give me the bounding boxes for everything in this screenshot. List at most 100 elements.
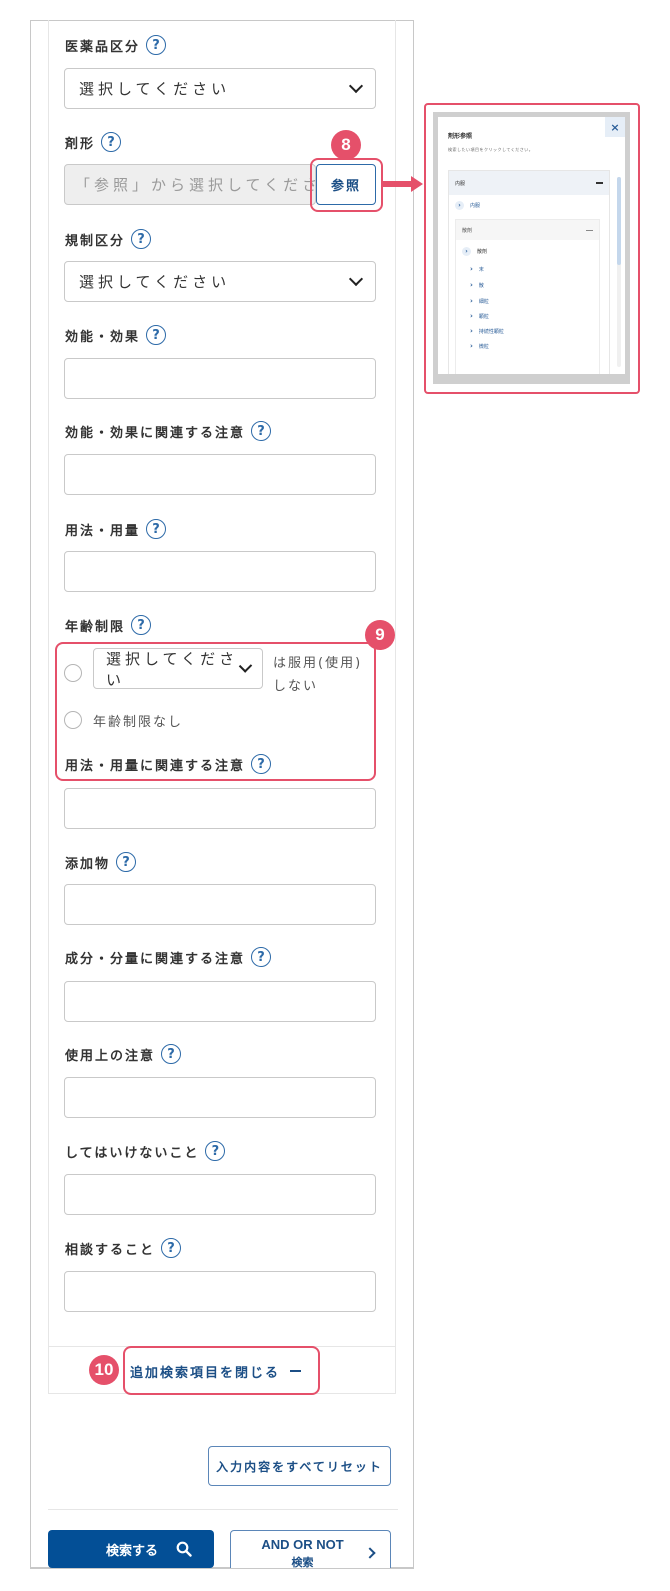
chevron-right-icon: › — [470, 281, 473, 289]
help-icon[interactable]: ? — [205, 1141, 226, 1161]
dosage-label-text: 用法・用量 — [65, 523, 141, 539]
chevron-right-icon: › — [470, 297, 473, 305]
help-icon[interactable]: ? — [146, 35, 167, 55]
popup-accordion: 内服 › 内服 散剤 › 散剤 › 末 › 散 › 細粒 › 顆粒 › 持続性顆… — [448, 170, 610, 374]
drug-category-select[interactable]: 選択してください — [64, 68, 376, 109]
popup-item-label: 微粒 — [478, 343, 489, 350]
additives-label-text: 添加物 — [65, 856, 111, 872]
chevron-right-icon: › — [470, 327, 473, 335]
callout-badge-10: 10 — [89, 1355, 119, 1385]
popup-item-label: 持続性顆粒 — [478, 328, 504, 335]
prohibitions-label-text: してはいけないこと — [65, 1145, 200, 1161]
additives-input[interactable] — [64, 884, 376, 925]
efficacy-notes-input[interactable] — [64, 454, 376, 495]
chevron-right-icon: › — [470, 265, 473, 273]
popup-item-label: 散 — [478, 282, 484, 289]
help-icon[interactable]: ? — [251, 947, 272, 967]
reset-all-button[interactable]: 入力内容をすべてリセット — [208, 1446, 391, 1486]
minus-icon — [596, 182, 603, 184]
efficacy-input[interactable] — [64, 358, 376, 399]
help-icon[interactable]: ? — [146, 519, 167, 539]
popup-item-label: 細粒 — [478, 298, 489, 305]
popup-sub-accordion: 散剤 › 散剤 › 末 › 散 › 細粒 › 顆粒 › 持続性顆粒 › 微粒 — [455, 219, 600, 374]
help-icon[interactable]: ? — [116, 852, 137, 872]
ingredient-notes-label: 成分・分量に関連する注意 ? — [65, 944, 272, 970]
search-icon — [176, 1541, 192, 1557]
popup-subtitle: 検索したい項目をクリックしてください。 — [448, 147, 534, 152]
popup-list-item[interactable]: › 散剤 — [462, 247, 487, 256]
efficacy-notes-label: 効能・効果に関連する注意 ? — [65, 418, 272, 444]
help-icon[interactable]: ? — [146, 325, 167, 345]
popup-list-item[interactable]: › 顆粒 — [470, 312, 489, 320]
regulation-category-select[interactable]: 選択してください — [64, 261, 376, 302]
prohibitions-label: してはいけないこと ? — [65, 1138, 226, 1164]
efficacy-label: 効能・効果 ? — [65, 322, 167, 348]
popup-list-item[interactable]: › 内服 — [455, 201, 480, 210]
dosage-form-field: 「参照」から選択してください — [64, 164, 316, 205]
accordion-header-label: 内服 — [455, 180, 466, 187]
dosage-input[interactable] — [64, 551, 376, 592]
dosage-form-placeholder: 「参照」から選択してください — [75, 176, 316, 194]
regulation-category-value: 選択してください — [79, 273, 231, 291]
help-icon[interactable]: ? — [161, 1238, 182, 1258]
popup-item-label: 内服 — [470, 203, 481, 209]
efficacy-label-text: 効能・効果 — [65, 329, 141, 345]
divider — [48, 1509, 398, 1510]
precautions-label: 使用上の注意 ? — [65, 1041, 182, 1067]
and-or-not-line1: AND OR NOT — [261, 1537, 344, 1552]
popup-item-label: 散剤 — [477, 249, 488, 255]
and-or-not-search-button[interactable]: AND OR NOT 検索 — [230, 1530, 391, 1569]
precautions-label-text: 使用上の注意 — [65, 1048, 156, 1064]
callout-badge-9: 9 — [365, 620, 395, 650]
close-icon[interactable]: × — [605, 117, 625, 137]
search-button-label: 検索する — [105, 1543, 158, 1559]
drug-category-value: 選択してください — [79, 80, 231, 98]
viewport-bottom-edge — [30, 1568, 414, 1591]
chevron-right-icon: › — [462, 247, 471, 256]
consultations-input[interactable] — [64, 1271, 376, 1312]
regulation-category-label: 規制区分 ? — [65, 226, 152, 252]
additives-label: 添加物 ? — [65, 849, 137, 875]
callout-frame-8 — [310, 158, 383, 212]
popup-overlay: 剤形参照 検索したい項目をクリックしてください。 × 内服 › 内服 散剤 › … — [433, 112, 630, 384]
dosage-notes-input[interactable] — [64, 788, 376, 829]
dosage-form-label: 剤形 ? — [65, 129, 122, 155]
popup-list-item[interactable]: › 微粒 — [470, 342, 489, 350]
precautions-input[interactable] — [64, 1077, 376, 1118]
popup-item-label: 末 — [478, 266, 484, 273]
arrow-right-icon — [383, 176, 423, 192]
popup-list-item[interactable]: › 末 — [470, 265, 484, 273]
efficacy-notes-label-text: 効能・効果に関連する注意 — [65, 425, 246, 441]
callout-frame-9 — [55, 642, 376, 781]
help-icon[interactable]: ? — [131, 229, 152, 249]
sub-accordion-header[interactable]: 散剤 — [456, 220, 599, 240]
popup-list-item[interactable]: › 細粒 — [470, 297, 489, 305]
popup-scrollbar-thumb[interactable] — [617, 177, 621, 265]
close-additional-fields-link[interactable]: 追加検索項目を閉じる — [130, 1358, 302, 1384]
popup-scrollbar[interactable] — [617, 177, 621, 367]
dosage-form-label-text: 剤形 — [65, 136, 96, 152]
consultations-label: 相談すること ? — [65, 1235, 182, 1261]
prohibitions-input[interactable] — [64, 1174, 376, 1215]
sub-accordion-label: 散剤 — [462, 227, 473, 234]
dosage-label: 用法・用量 ? — [65, 516, 167, 542]
age-limit-label-text: 年齢制限 — [65, 619, 126, 635]
chevron-right-icon: › — [470, 342, 473, 350]
chevron-down-icon — [348, 271, 364, 287]
help-icon[interactable]: ? — [161, 1044, 182, 1064]
chevron-down-icon — [348, 78, 364, 94]
drug-category-label: 医薬品区分 ? — [65, 32, 167, 58]
help-icon[interactable]: ? — [251, 421, 272, 441]
accordion-header[interactable]: 内服 — [449, 171, 609, 195]
consultations-label-text: 相談すること — [65, 1242, 156, 1258]
popup-list-item[interactable]: › 散 — [470, 281, 484, 289]
popup-list-item[interactable]: › 持続性顆粒 — [470, 327, 504, 335]
chevron-right-icon — [364, 1547, 376, 1559]
chevron-right-icon: › — [455, 201, 464, 210]
search-button[interactable]: 検索する — [48, 1530, 214, 1568]
minus-icon — [290, 1369, 302, 1373]
callout-badge-8: 8 — [331, 130, 361, 160]
ingredient-notes-input[interactable] — [64, 981, 376, 1022]
help-icon[interactable]: ? — [131, 615, 152, 635]
help-icon[interactable]: ? — [101, 132, 122, 152]
